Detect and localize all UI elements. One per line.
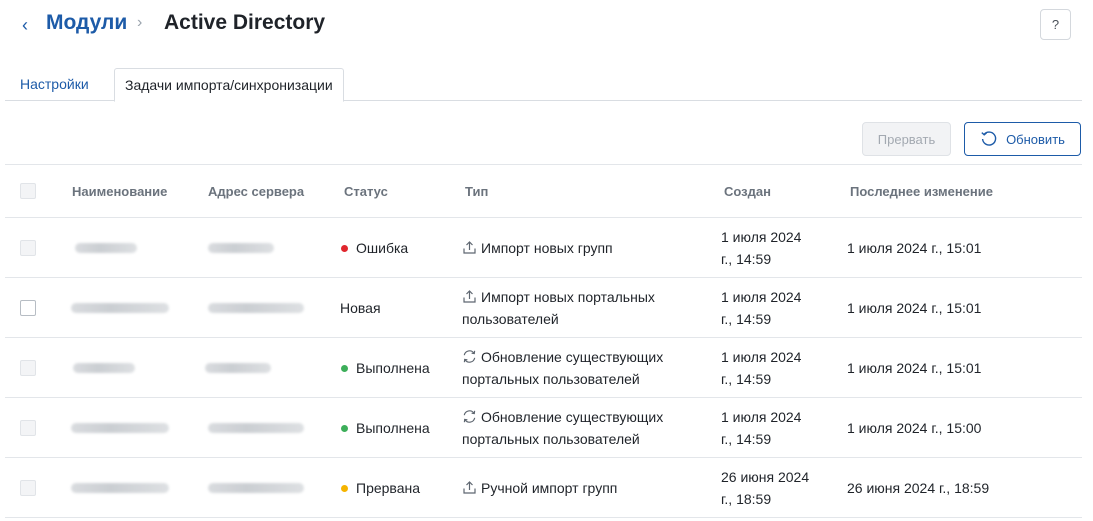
redacted-server-address [208, 423, 304, 433]
task-type-line-2: пользователей [462, 311, 559, 327]
created-date-line-2: г., 14:59 [721, 311, 772, 327]
status-badge: Прервана [341, 477, 420, 499]
created-date-line-1: 1 июля 2024 [721, 289, 802, 305]
row-checkbox[interactable] [20, 360, 36, 376]
row-checkbox[interactable] [20, 300, 36, 316]
table-row[interactable]: Прервана Ручной импорт групп 26 июня 202… [5, 458, 1082, 518]
task-type: Импорт новых групп [462, 237, 692, 259]
redacted-server-address [208, 303, 304, 313]
status-badge: Новая [340, 297, 381, 319]
redacted-name [71, 483, 169, 493]
created-date-line-1: 1 июля 2024 [721, 409, 802, 425]
status-dot [341, 424, 348, 432]
upload-icon [463, 481, 476, 494]
refresh-button-label: Обновить [1006, 131, 1065, 147]
redacted-name [71, 423, 169, 433]
refresh-button[interactable]: Обновить [964, 122, 1081, 156]
column-header-type[interactable]: Тип [465, 184, 488, 199]
created-date-line-2: г., 14:59 [721, 371, 772, 387]
task-type-line-1: Обновление существующих [481, 349, 664, 365]
redacted-server-address [208, 243, 274, 253]
status-badge: Выполнена [341, 417, 430, 439]
redacted-name [75, 243, 137, 253]
status-label: Новая [340, 300, 381, 316]
status-dot [341, 244, 348, 252]
redacted-server-address [205, 363, 271, 373]
column-header-status[interactable]: Статус [344, 184, 388, 199]
created-date-line-2: г., 14:59 [721, 251, 772, 267]
table-row[interactable]: Выполнена Обновление существующих порталь… [5, 338, 1082, 398]
created-date: 1 июля 2024 г., 14:59 [721, 286, 801, 330]
status-label: Выполнена [356, 360, 430, 376]
task-type: Обновление существующих портальных пользо… [462, 346, 692, 390]
table-row[interactable]: Ошибка Импорт новых групп 1 июля 2024 г.,… [5, 218, 1082, 278]
task-type-line-2: портальных пользователей [462, 371, 640, 387]
task-type-line-2: портальных пользователей [462, 431, 640, 447]
redacted-server-address [208, 483, 304, 493]
created-date: 1 июля 2024 г., 14:59 [721, 346, 801, 390]
row-checkbox[interactable] [20, 480, 36, 496]
task-type-line-1: Импорт новых групп [481, 240, 613, 256]
created-date-line-2: г., 14:59 [721, 431, 772, 447]
status-label: Ошибка [356, 240, 409, 256]
modified-date: 1 июля 2024 г., 15:00 [847, 420, 982, 436]
tab-bar: Настройки Задачи импорта/синхронизации [5, 68, 1082, 102]
sync-icon [463, 410, 476, 423]
table-row[interactable]: Выполнена Обновление существующих порталь… [5, 398, 1082, 458]
upload-icon [463, 241, 476, 254]
help-icon: ? [1051, 17, 1060, 32]
modified-date: 26 июня 2024 г., 18:59 [847, 480, 990, 496]
created-date-line-1: 1 июля 2024 [721, 229, 802, 245]
tab-settings[interactable]: Настройки [20, 68, 89, 101]
redacted-name [71, 303, 169, 313]
page-title: Active Directory [164, 11, 326, 34]
select-all-checkbox[interactable] [20, 183, 36, 199]
column-header-modified[interactable]: Последнее изменение [850, 184, 993, 199]
status-label: Выполнена [356, 420, 430, 436]
created-date-line-1: 1 июля 2024 [721, 349, 802, 365]
help-button[interactable]: ? [1040, 9, 1071, 40]
created-date: 1 июля 2024 г., 14:59 [721, 406, 801, 450]
created-date: 26 июня 2024 г., 18:59 [721, 466, 809, 510]
stop-button[interactable]: Прервать [862, 122, 951, 156]
page-header: ‹ Модули › Active Directory ? [0, 0, 1093, 60]
status-badge: Выполнена [341, 357, 430, 379]
tasks-table: Наименование Адрес сервера Статус Тип Со… [5, 164, 1082, 518]
upload-icon [463, 290, 476, 303]
breadcrumb-separator: › [137, 14, 143, 31]
column-header-created[interactable]: Создан [724, 184, 771, 199]
breadcrumb-modules-link[interactable]: Модули [46, 11, 127, 35]
task-type-line-1: Ручной импорт групп [481, 480, 618, 496]
modified-date: 1 июля 2024 г., 15:01 [847, 240, 982, 256]
status-label: Прервана [356, 480, 421, 496]
table-header: Наименование Адрес сервера Статус Тип Со… [5, 164, 1082, 218]
task-type-line-1: Импорт новых портальных [481, 289, 655, 305]
table-row[interactable]: Новая Импорт новых портальных пользовател… [5, 278, 1082, 338]
chevron-left-icon[interactable]: ‹ [18, 14, 32, 36]
column-header-server[interactable]: Адрес сервера [208, 184, 304, 199]
status-dot [341, 364, 348, 372]
modified-date: 1 июля 2024 г., 15:01 [847, 300, 982, 316]
task-type: Обновление существующих портальных пользо… [462, 406, 692, 450]
row-checkbox[interactable] [20, 420, 36, 436]
tab-import-sync-tasks[interactable]: Задачи импорта/синхронизации [114, 68, 344, 102]
created-date-line-1: 26 июня 2024 [721, 469, 810, 485]
row-checkbox[interactable] [20, 240, 36, 256]
task-type: Импорт новых портальных пользователей [462, 286, 692, 330]
status-dot [341, 484, 348, 492]
status-badge: Ошибка [341, 237, 408, 259]
refresh-icon [981, 131, 997, 146]
table-body: Ошибка Импорт новых групп 1 июля 2024 г.,… [5, 218, 1082, 518]
created-date-line-2: г., 18:59 [721, 491, 772, 507]
created-date: 1 июля 2024 г., 14:59 [721, 226, 801, 270]
task-type-line-1: Обновление существующих [481, 409, 664, 425]
sync-icon [463, 350, 476, 363]
redacted-name [73, 363, 135, 373]
task-type: Ручной импорт групп [462, 477, 692, 499]
column-header-name[interactable]: Наименование [72, 184, 167, 199]
modified-date: 1 июля 2024 г., 15:01 [847, 360, 982, 376]
